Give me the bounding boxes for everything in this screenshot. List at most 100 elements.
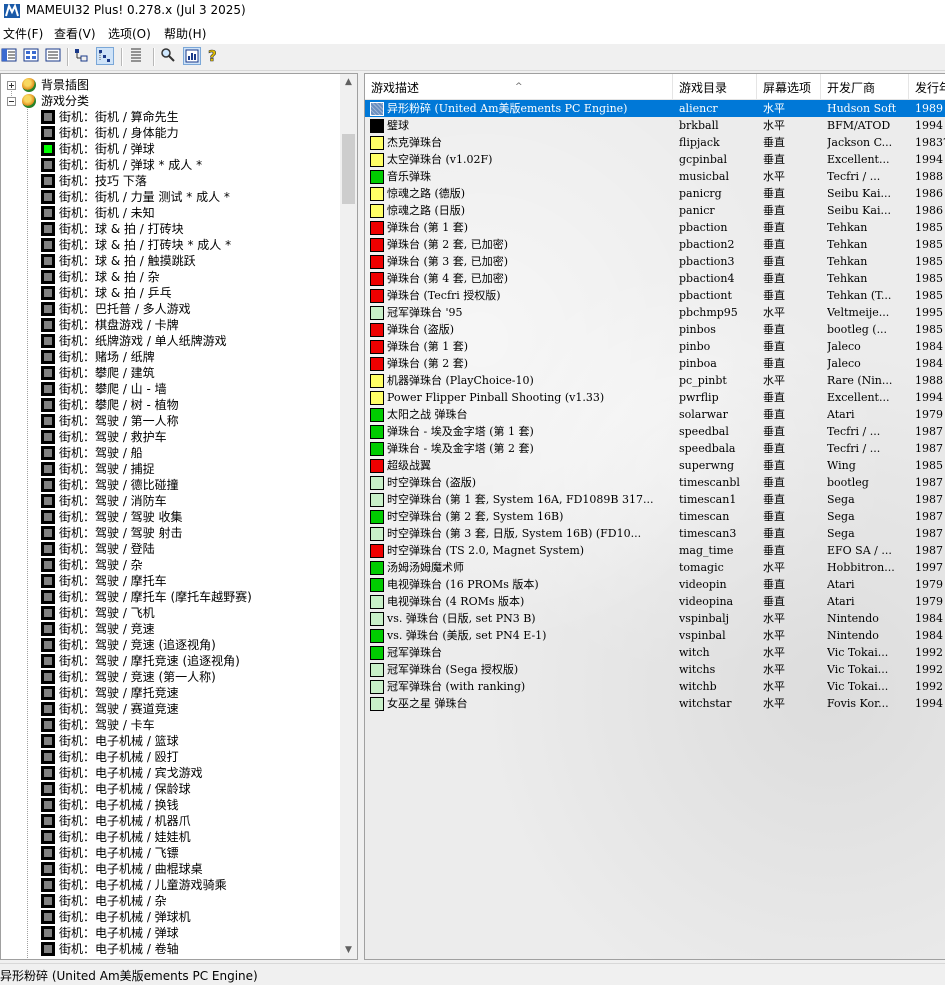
table-row[interactable]: 冠军弹珠台 (Sega 授权版) witchs 水平 Vic Tokai... 1992 [365,661,945,678]
cell-directory: speedbal [679,425,729,438]
tree-item-label: 街机：棋盘游戏 / 卡牌 [59,318,179,332]
table-row[interactable]: 汤姆汤姆魔术师 tomagic 水平 Hobbitron... 1997 [365,559,945,576]
cell-directory: pbaction4 [679,272,735,285]
tree-item-label: 街机：驾驶 / 驾驶 射击 [59,526,183,540]
cell-year: 1985 [915,255,943,268]
table-row[interactable]: 电视弹珠台 (16 PROMs 版本) videopin 垂直 Atari 1979 [365,576,945,593]
category-folder-icon [41,510,55,524]
table-row[interactable]: 时空弹珠台 (第 3 套, 日版, System 16B) (FD10... ti… [365,525,945,542]
cell-manufacturer: Wing [827,459,856,472]
table-row[interactable]: 弹珠台 (第 2 套, 已加密) pbaction2 垂直 Tehkan 1985 [365,236,945,253]
table-row[interactable]: 音乐弹珠 musicbal 水平 Tecfri / ... 1988 [365,168,945,185]
search-icon[interactable] [160,47,178,65]
menu-help[interactable]: 帮助(H) [164,25,206,42]
table-row[interactable]: 冠军弹珠台 witch 水平 Vic Tokai... 1992 [365,644,945,661]
category-tree[interactable]: 背景插图 游戏分类 街机：街机 / 算命先生 街机：街机 / 身体能力 街机：街机 / … [0,73,358,960]
details-icon[interactable] [73,47,91,65]
category-folder-icon [41,238,55,252]
scroll-up-arrow-icon[interactable]: ▲ [340,74,357,91]
table-row[interactable]: 机器弹珠台 (PlayChoice-10) pc_pinbt 水平 Rare (Nin… [365,372,945,389]
tree-item-label: 街机：街机 / 身体能力 [59,126,179,140]
table-row[interactable]: 弹珠台 (第 2 套) pinboa 垂直 Jaleco 1984 [365,355,945,372]
tree-item-label: 街机：赌场 / 纸牌 [59,350,155,364]
table-row[interactable]: 惊魂之路 (德版) panicrg 垂直 Seibu Kai... 1986 [365,185,945,202]
table-row[interactable]: Power Flipper Pinball Shooting (v1.33) pw… [365,389,945,406]
column-header-directory[interactable]: 游戏目录 [673,74,757,99]
table-row[interactable]: 璧球 brkball 水平 BFM/ATOD 1994 [365,117,945,134]
tree-guide-line [27,100,28,959]
table-row[interactable]: 惊魂之路 (日版) panicr 垂直 Seibu Kai... 1986 [365,202,945,219]
table-row[interactable]: 冠军弹珠台 '95 pbchmp95 水平 Veltmeije... 1995 [365,304,945,321]
tree-item-label: 街机：球 & 拍 / 打砖块 * 成人 * [59,238,232,252]
cell-description: 弹珠台 (第 4 套, 已加密) [387,272,509,285]
category-folder-icon [41,222,55,236]
scroll-thumb[interactable] [342,134,355,204]
table-row[interactable]: 时空弹珠台 (TS 2.0, Magnet System) mag_time 垂直 E… [365,542,945,559]
cell-directory: pbchmp95 [679,306,738,319]
table-row[interactable]: 超级战翼 superwng 垂直 Wing 1985 [365,457,945,474]
scroll-down-arrow-icon[interactable]: ▼ [340,942,357,959]
cell-manufacturer: Tecfri / ... [827,442,881,455]
table-row[interactable]: 电视弹珠台 (4 ROMs 版本) videopina 垂直 Atari 1979 [365,593,945,610]
cell-description: 弹珠台 (第 1 套) [387,221,469,234]
tree-scrollbar[interactable]: ▲ ▼ [340,74,357,959]
game-status-icon [370,272,384,286]
cell-screen: 垂直 [763,493,785,506]
cell-description: 弹珠台 - 埃及金字塔 (第 1 套) [387,425,534,438]
table-row[interactable]: vs. 弹珠台 (美版, set PN4 E-1) vspinbal 水平 Ninte… [365,627,945,644]
cell-directory: pbactiont [679,289,732,302]
category-folder-icon [41,926,55,940]
table-row[interactable]: 弹珠台 (第 3 套, 已加密) pbaction3 垂直 Tehkan 1985 [365,253,945,270]
table-row[interactable]: 时空弹珠台 (第 1 套, System 16A, FD1089B 317...… [365,491,945,508]
table-row[interactable]: 弹珠台 (第 1 套) pinbo 垂直 Jaleco 1984 [365,338,945,355]
table-row[interactable]: 冠军弹珠台 (with ranking) witchb 水平 Vic Tokai...… [365,678,945,695]
table-row[interactable]: 弹珠台 - 埃及金字塔 (第 1 套) speedbal 垂直 Tecfri / ..… [365,423,945,440]
cell-year: 1987 [915,493,943,506]
column-header-year[interactable]: 发行年 [909,74,945,99]
table-row[interactable]: vs. 弹珠台 (日版, set PN3 B) vspinbalj 水平 Ninten… [365,610,945,627]
category-folder-icon [41,686,55,700]
column-header-screen[interactable]: 屏幕选项 [757,74,821,99]
cell-description: 惊魂之路 (日版) [387,204,466,217]
category-folder-icon [41,478,55,492]
cell-screen: 垂直 [763,153,785,166]
table-row[interactable]: 弹珠台 (第 4 套, 已加密) pbaction4 垂直 Tehkan 1985 [365,270,945,287]
cell-year: 1992 [915,646,943,659]
expand-icon[interactable] [7,81,16,90]
table-row[interactable]: 杰克弹珠台 flipjack 垂直 Jackson C... 1983? [365,134,945,151]
category-folder-icon [41,270,55,284]
collapse-icon[interactable] [7,97,16,106]
cell-year: 1988 [915,170,943,183]
table-row[interactable]: 时空弹珠台 (第 2 套, System 16B) timescan 垂直 Sega 1… [365,508,945,525]
table-row[interactable]: 弹珠台 (Tecfri 授权版) pbactiont 垂直 Tehkan (T... 1… [365,287,945,304]
list-small-icon[interactable] [45,47,63,65]
cell-description: 机器弹珠台 (PlayChoice-10) [387,374,534,387]
column-header-manufacturer[interactable]: 开发厂商 [821,74,909,99]
cell-directory: vspinbal [679,629,726,642]
table-row[interactable]: 弹珠台 (盗版) pinbos 垂直 bootleg (... 1985 [365,321,945,338]
help-icon[interactable]: ? [205,47,223,66]
cell-manufacturer: Excellent... [827,391,890,404]
tree-item-label: 街机：巴托普 / 多人游戏 [59,302,191,316]
properties-icon[interactable] [183,47,201,65]
menu-file[interactable]: 文件(F) [3,25,43,42]
menu-options[interactable]: 选项(O) [108,25,151,42]
table-row[interactable]: 异形粉碎 (United Am美版ements PC Engine) alienc… [365,100,945,117]
tree-icon[interactable] [128,47,146,65]
table-row[interactable]: 女巫之星 弹珠台 witchstar 水平 Fovis Kor... 1994 [365,695,945,712]
folder-view-icon[interactable] [1,47,19,65]
table-row[interactable]: 弹珠台 - 埃及金字塔 (第 2 套) speedbala 垂直 Tecfri / .… [365,440,945,457]
cell-description: 璧球 [387,119,409,132]
table-row[interactable]: 太阳之战 弹珠台 solarwar 垂直 Atari 1979 [365,406,945,423]
game-list[interactable]: ^ 游戏描述 游戏目录 屏幕选项 开发厂商 发行年 异形粉碎 (United A… [364,73,945,960]
cell-manufacturer: Tehkan [827,221,868,234]
column-header-description[interactable]: ^ 游戏描述 [365,74,673,99]
list-large-icon[interactable] [23,47,41,65]
table-row[interactable]: 太空弹珠台 (v1.02F) gcpinbal 垂直 Excellent... 1994 [365,151,945,168]
table-row[interactable]: 时空弹珠台 (盗版) timescanbl 垂直 bootleg 1987 [365,474,945,491]
table-row[interactable]: 弹珠台 (第 1 套) pbaction 垂直 Tehkan 1985 [365,219,945,236]
cell-description: 时空弹珠台 (第 3 套, 日版, System 16B) (FD10... [387,527,642,540]
category-folder-icon [41,846,55,860]
grouped-icon[interactable] [96,47,114,65]
menu-view[interactable]: 查看(V) [54,25,96,42]
